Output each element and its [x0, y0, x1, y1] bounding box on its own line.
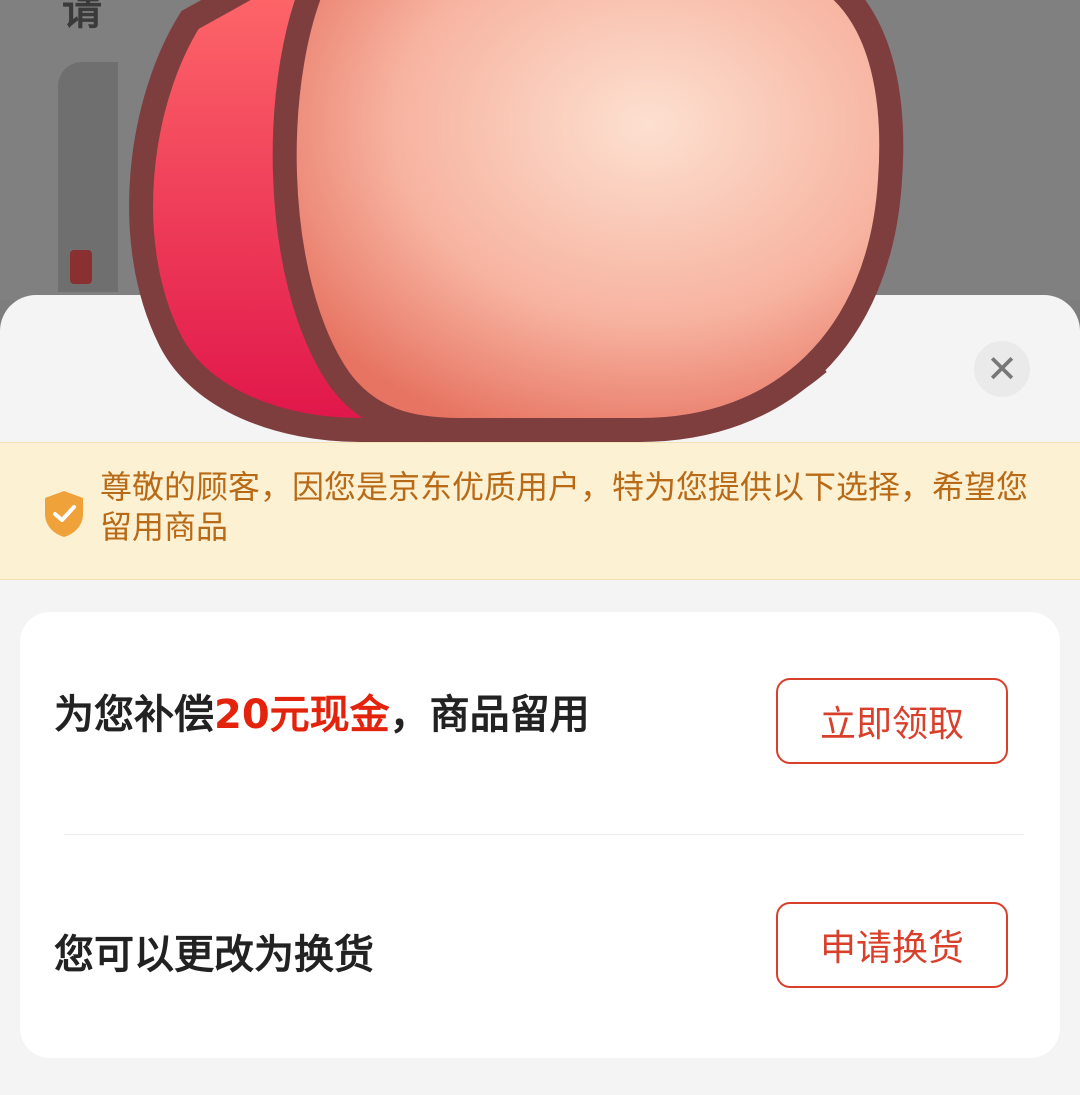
close-button[interactable]: ✕ — [974, 341, 1030, 397]
option-text-prefix: 为您补偿 — [54, 692, 214, 738]
option-text-suffix: ，商品留用 — [389, 692, 590, 738]
options-card: 为您补偿20元现金，商品留用 立即领取 您可以更改为换货 申请换货 — [20, 612, 1060, 1058]
close-icon: ✕ — [986, 347, 1018, 391]
apply-exchange-button[interactable]: 申请换货 — [776, 902, 1008, 988]
divider — [64, 834, 1024, 835]
exchange-option-text: 您可以更改为换货 — [54, 932, 374, 978]
claim-now-button[interactable]: 立即领取 — [776, 678, 1008, 764]
notice-text: 尊敬的顾客，因您是京东优质用户，特为您提供以下选择，希望您留用商品 — [100, 468, 1029, 546]
compensation-option-text: 为您补偿20元现金，商品留用 — [54, 682, 590, 740]
cartoon-sticker-image — [129, 0, 904, 442]
cash-amount-highlight: 20元现金 — [214, 692, 390, 738]
shield-check-icon — [45, 491, 83, 537]
notice-banner: 尊敬的顾客，因您是京东优质用户，特为您提供以下选择，希望您留用商品 — [0, 442, 1080, 580]
